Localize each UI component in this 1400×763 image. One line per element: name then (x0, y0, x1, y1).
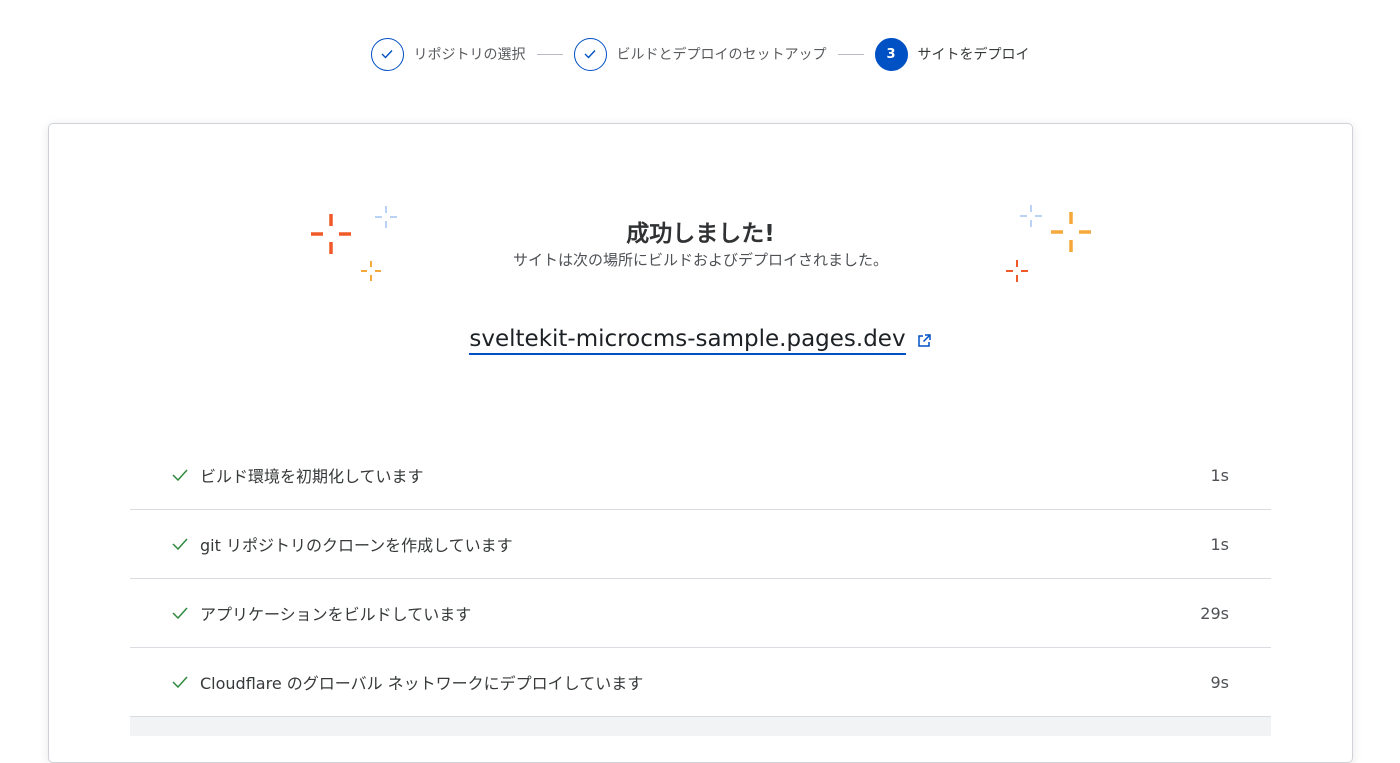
check-icon (172, 538, 190, 550)
step-separator (536, 53, 563, 55)
deployment-url-link[interactable]: sveltekit-microcms-sample.pages.dev (469, 326, 906, 355)
step-label: リポジトリの選択 (413, 47, 526, 63)
check-icon (172, 469, 190, 481)
step-complete-icon (573, 37, 607, 71)
log-text: ビルド環境を初期化しています (200, 467, 424, 486)
log-row: git リポジトリのクローンを作成しています 1s (130, 510, 1271, 579)
log-duration: 29s (1200, 603, 1229, 623)
step-complete-icon (370, 37, 404, 71)
log-duration: 1s (1210, 465, 1229, 485)
log-duration: 9s (1210, 672, 1229, 692)
deploy-log-list: ビルド環境を初期化しています 1s git リポジトリのクローンを作成しています… (130, 441, 1271, 717)
log-row: アプリケーションをビルドしています 29s (130, 579, 1271, 648)
step-deploy-site: 3 サイトをデプロイ (874, 37, 1030, 71)
stepper: リポジトリの選択 ビルドとデプロイのセットアップ 3 サイトをデプロイ (0, 37, 1400, 71)
step-label: ビルドとデプロイのセットアップ (616, 47, 827, 63)
success-subtitle: サイトは次の場所にビルドおよびデプロイされました。 (512, 251, 888, 269)
step-build-setup: ビルドとデプロイのセットアップ (573, 37, 827, 71)
step-separator (837, 53, 864, 55)
log-text: Cloudflare のグローバル ネットワークにデプロイしています (200, 674, 644, 693)
log-row: Cloudflare のグローバル ネットワークにデプロイしています 9s (130, 648, 1271, 717)
deployment-url-row: sveltekit-microcms-sample.pages.dev (49, 326, 1352, 355)
step-label: サイトをデプロイ (917, 47, 1030, 63)
external-link-icon[interactable] (916, 333, 932, 349)
log-duration: 1s (1210, 534, 1229, 554)
log-text: アプリケーションをビルドしています (200, 605, 472, 624)
log-footer-band (130, 717, 1271, 736)
log-text: git リポジトリのクローンを作成しています (200, 536, 513, 555)
step-select-repository: リポジトリの選択 (370, 37, 526, 71)
log-row: ビルド環境を初期化しています 1s (130, 441, 1271, 510)
step-number-badge: 3 (874, 37, 908, 71)
success-title: 成功しました! (626, 221, 775, 247)
check-icon (172, 607, 190, 619)
check-icon (172, 676, 190, 688)
